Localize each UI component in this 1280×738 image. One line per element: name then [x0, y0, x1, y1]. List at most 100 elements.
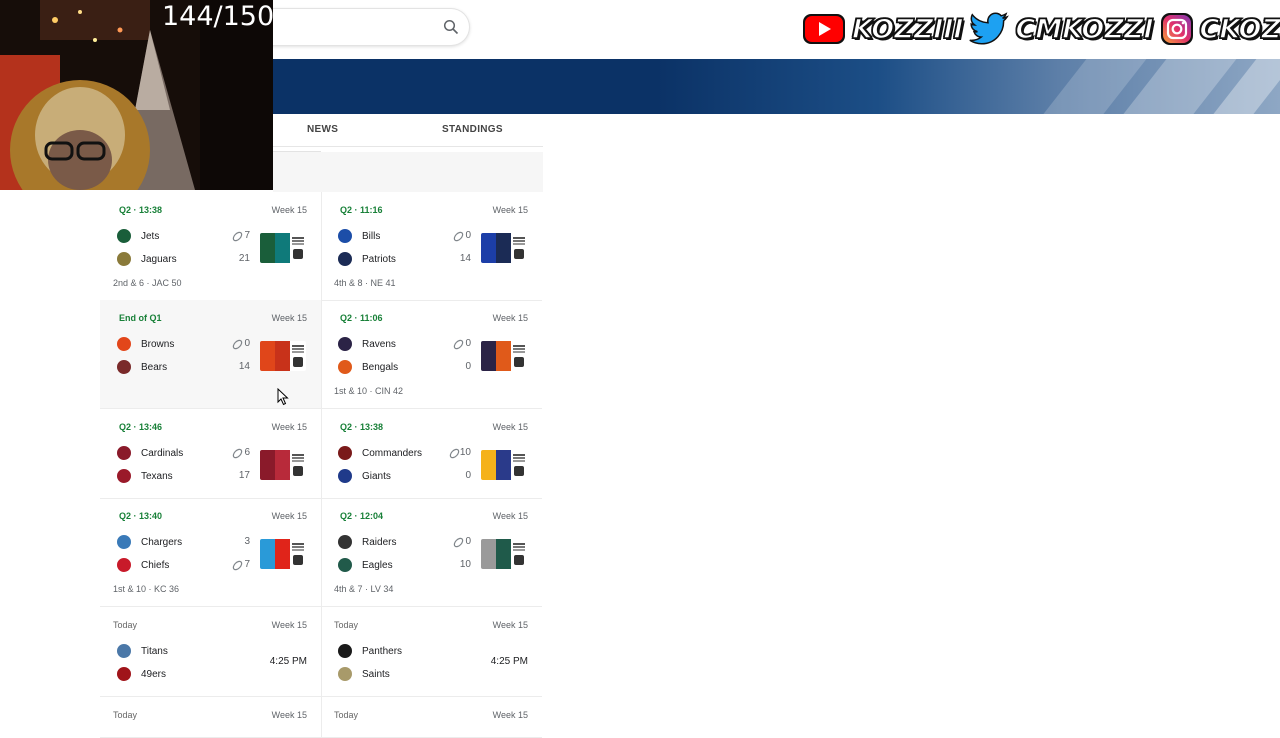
game-card[interactable]: Today Week 15 Titans 49ers 4:25 PM — [100, 607, 322, 697]
game-week: Week 15 — [272, 710, 307, 720]
home-team[interactable]: Bengals — [338, 359, 398, 375]
home-team[interactable]: Giants — [338, 468, 391, 484]
home-team[interactable]: Texans — [117, 468, 173, 484]
home-team[interactable]: Chiefs — [117, 557, 169, 573]
tab-news[interactable]: NEWS — [307, 124, 338, 135]
team-logo-icon — [338, 558, 352, 572]
game-card[interactable]: Today Week 15 — [100, 697, 322, 738]
team-name: 49ers — [141, 669, 166, 680]
team-name: Chiefs — [141, 560, 169, 571]
nfl-header-banner — [273, 59, 1280, 114]
game-card[interactable]: Today Week 15 — [321, 697, 542, 738]
possession-football-icon — [232, 560, 243, 571]
game-highlight-thumbnail[interactable] — [260, 539, 306, 569]
down-and-distance: 1st & 10 · CIN 42 — [334, 386, 403, 396]
team-name: Browns — [141, 339, 174, 350]
away-team[interactable]: Chargers — [117, 534, 182, 550]
possession-football-icon — [232, 339, 243, 350]
team-logo-icon — [117, 229, 131, 243]
game-highlight-thumbnail[interactable] — [260, 341, 306, 371]
game-card[interactable]: Q2 · 13:46Week 15Cardinals6Texans17 — [100, 409, 322, 499]
kickoff-time: 4:25 PM — [270, 656, 307, 667]
team-name: Giants — [362, 471, 391, 482]
away-team[interactable]: Raiders — [338, 534, 396, 550]
away-team[interactable]: Ravens — [338, 336, 396, 352]
away-team[interactable]: Bills — [338, 228, 380, 244]
game-status: End of Q1 — [119, 313, 162, 323]
team-name: Ravens — [362, 339, 396, 350]
game-week: Week 15 — [272, 422, 307, 432]
game-week: Week 15 — [272, 313, 307, 323]
team-logo-icon — [117, 667, 131, 681]
game-status: Q2 · 13:38 — [340, 422, 383, 432]
game-highlight-thumbnail[interactable] — [481, 450, 527, 480]
game-card[interactable]: TodayWeek 15PanthersSaints4:25 PM — [321, 607, 542, 697]
game-week: Week 15 — [493, 313, 528, 323]
game-status: Q2 · 13:40 — [119, 511, 162, 521]
down-and-distance: 4th & 7 · LV 34 — [334, 584, 393, 594]
team-name: Jets — [141, 231, 159, 242]
twitter-icon — [969, 12, 1009, 46]
game-week: Week 15 — [493, 422, 528, 432]
team-logo-icon — [117, 535, 131, 549]
away-team[interactable]: Commanders — [338, 445, 422, 461]
game-week: Week 15 — [493, 710, 528, 720]
team-score: 14 — [226, 361, 250, 372]
down-and-distance: 4th & 8 · NE 41 — [334, 278, 396, 288]
team-score: 10 — [447, 559, 471, 570]
game-card[interactable]: Q2 · 12:04Week 15Raiders0Eagles104th & 7… — [321, 498, 542, 607]
team-logo-icon — [338, 229, 352, 243]
game-highlight-thumbnail[interactable] — [260, 233, 306, 263]
home-team[interactable]: Bears — [117, 359, 167, 375]
game-week: Week 15 — [493, 205, 528, 215]
home-team[interactable]: Saints — [338, 666, 390, 682]
game-highlight-thumbnail[interactable] — [481, 233, 527, 263]
team-name: Bears — [141, 362, 167, 373]
kickoff-time: 4:25 PM — [491, 656, 528, 667]
team-name: Commanders — [362, 448, 422, 459]
team-logo-icon — [117, 469, 131, 483]
game-card[interactable]: Q2 · 13:38Week 15Jets7Jaguars212nd & 6 ·… — [100, 192, 322, 301]
game-card[interactable]: Q2 · 11:06Week 15Ravens0Bengals01st & 10… — [321, 300, 542, 409]
home-team[interactable]: Eagles — [338, 557, 393, 573]
game-highlight-thumbnail[interactable] — [260, 450, 306, 480]
game-card[interactable]: Q2 · 11:16Week 15Bills0Patriots144th & 8… — [321, 192, 542, 301]
down-and-distance: 2nd & 6 · JAC 50 — [113, 278, 182, 288]
game-week: Week 15 — [493, 620, 528, 630]
home-team[interactable]: Patriots — [338, 251, 396, 267]
team-logo-icon — [338, 446, 352, 460]
possession-football-icon — [453, 339, 464, 350]
game-card[interactable]: Q2 · 13:40Week 15Chargers3Chiefs71st & 1… — [100, 498, 322, 607]
tab-standings[interactable]: STANDINGS — [442, 124, 503, 135]
search-icon[interactable] — [443, 19, 459, 35]
game-card[interactable]: Q2 · 13:38Week 15Commanders10Giants0 — [321, 409, 542, 499]
game-status: Q2 · 13:38 — [119, 205, 162, 215]
down-and-distance: 1st & 10 · KC 36 — [113, 584, 179, 594]
game-status: Today — [113, 620, 137, 630]
away-team[interactable]: Jets — [117, 228, 159, 244]
game-week: Week 15 — [493, 511, 528, 521]
away-team[interactable]: Cardinals — [117, 445, 183, 461]
instagram-icon — [1160, 12, 1194, 46]
possession-football-icon — [449, 448, 460, 459]
team-logo-icon — [117, 558, 131, 572]
game-highlight-thumbnail[interactable] — [481, 341, 527, 371]
home-team[interactable]: 49ers — [117, 666, 166, 682]
social-overlay: KOZZIII CMKOZZI CKOZZI — [802, 10, 1280, 48]
game-highlight-thumbnail[interactable] — [481, 539, 527, 569]
game-week: Week 15 — [272, 620, 307, 630]
game-week: Week 15 — [272, 511, 307, 521]
search-bar[interactable] — [265, 8, 470, 46]
game-status: Today — [334, 710, 358, 720]
away-team[interactable]: Panthers — [338, 643, 402, 659]
game-week: Week 15 — [272, 205, 307, 215]
team-name: Eagles — [362, 560, 393, 571]
away-team[interactable]: Browns — [117, 336, 174, 352]
away-team[interactable]: Titans — [117, 643, 168, 659]
home-team[interactable]: Jaguars — [117, 251, 177, 267]
game-status: Today — [113, 710, 137, 720]
game-status: Q2 · 11:16 — [340, 205, 383, 215]
team-logo-icon — [117, 252, 131, 266]
team-logo-icon — [338, 360, 352, 374]
goal-counter: 144/150 — [162, 1, 273, 32]
